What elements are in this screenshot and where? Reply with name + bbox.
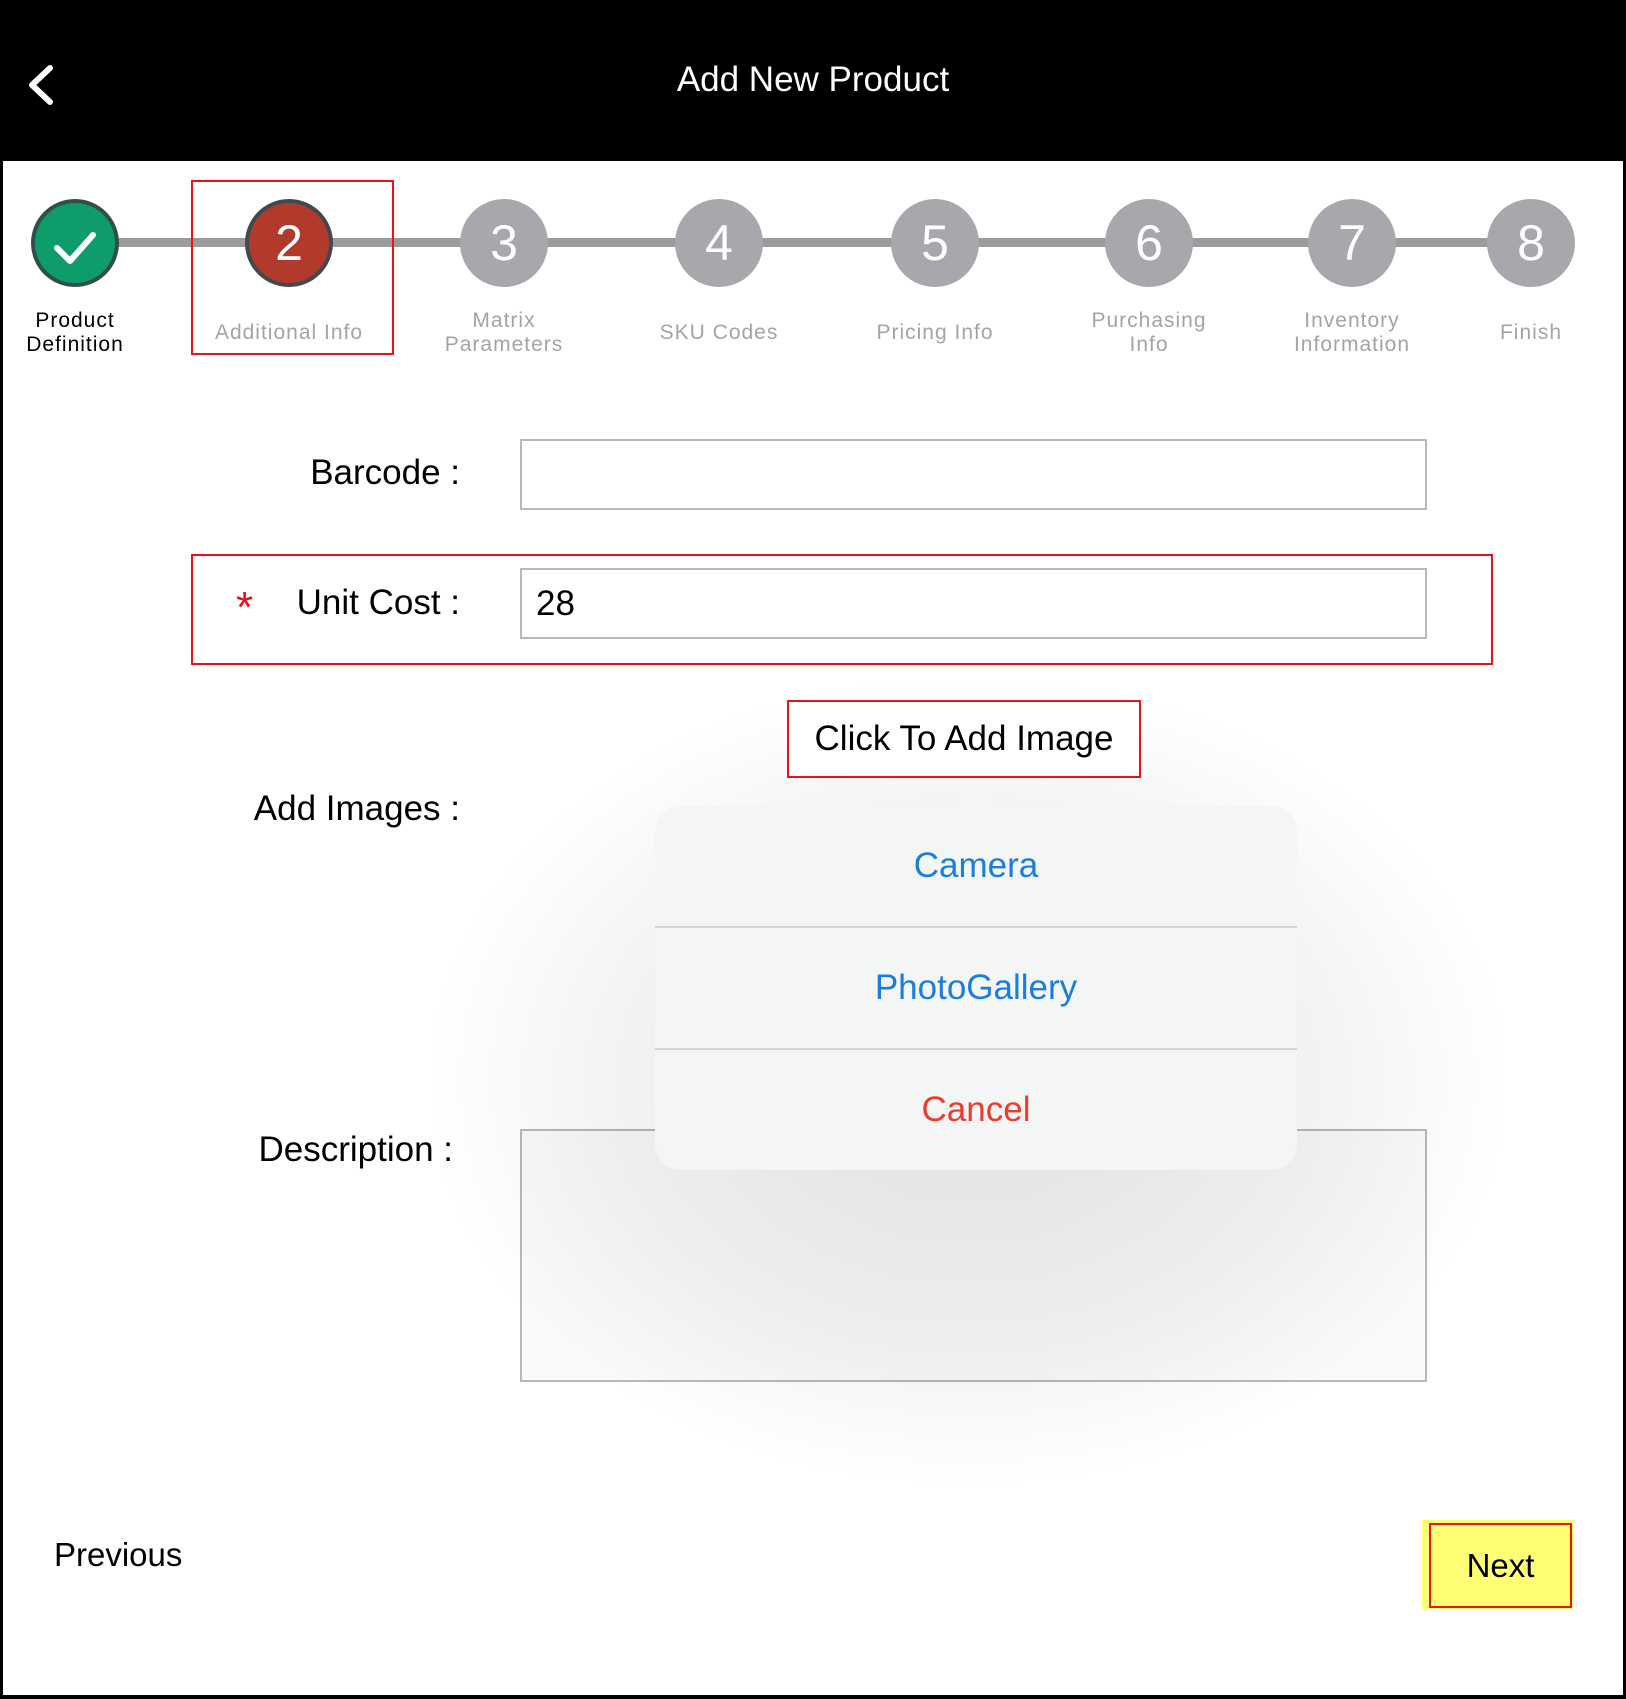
popover-arrow bbox=[951, 781, 1003, 807]
barcode-input[interactable] bbox=[520, 439, 1427, 510]
step-product-definition[interactable]: Product Definition bbox=[0, 199, 175, 357]
step-inventory-information[interactable]: 7 Inventory Information bbox=[1252, 199, 1452, 357]
step-label: Purchasing Info bbox=[1091, 309, 1207, 356]
step-circle: 3 bbox=[460, 199, 548, 287]
step-circle: 8 bbox=[1487, 199, 1575, 287]
step-matrix-parameters[interactable]: 3 Matrix Parameters bbox=[404, 199, 604, 357]
step-label: Inventory Information bbox=[1293, 309, 1411, 356]
current-step-highlight bbox=[191, 180, 394, 355]
checkmark-icon bbox=[54, 231, 96, 264]
step-purchasing-info[interactable]: 6 Purchasing Info bbox=[1049, 199, 1249, 357]
step-label: SKU Codes bbox=[659, 321, 779, 344]
step-circle: 7 bbox=[1308, 199, 1396, 287]
cancel-option[interactable]: Cancel bbox=[655, 1050, 1297, 1170]
step-circle-done bbox=[31, 199, 119, 287]
page-title: Add New Product bbox=[676, 60, 950, 99]
step-finish[interactable]: 8 Finish bbox=[1431, 199, 1626, 357]
barcode-label: Barcode : bbox=[310, 453, 460, 492]
step-circle: 6 bbox=[1105, 199, 1193, 287]
photo-gallery-option[interactable]: PhotoGallery bbox=[655, 928, 1297, 1050]
next-button-highlight: Next bbox=[1422, 1520, 1573, 1609]
step-label: Product Definition bbox=[26, 309, 124, 356]
step-sku-codes[interactable]: 4 SKU Codes bbox=[619, 199, 819, 357]
step-label: Matrix Parameters bbox=[444, 309, 564, 356]
unit-cost-label: Unit Cost : bbox=[296, 583, 460, 622]
next-button[interactable]: Next bbox=[1429, 1523, 1572, 1608]
step-circle: 4 bbox=[675, 199, 763, 287]
add-image-button[interactable]: Click To Add Image bbox=[787, 700, 1141, 778]
step-circle: 5 bbox=[891, 199, 979, 287]
add-images-label: Add Images : bbox=[253, 789, 460, 828]
image-source-popover: Camera PhotoGallery Cancel bbox=[655, 806, 1297, 1170]
camera-option[interactable]: Camera bbox=[655, 806, 1297, 928]
app-header: Add New Product bbox=[0, 0, 1626, 161]
description-label: Description : bbox=[258, 1130, 453, 1169]
main-content: Product Definition 2 Additional Info 3 M… bbox=[3, 161, 1623, 1695]
step-label: Finish bbox=[1499, 321, 1563, 344]
required-marker: * bbox=[236, 583, 254, 632]
step-label: Pricing Info bbox=[876, 321, 994, 344]
unit-cost-input[interactable] bbox=[520, 568, 1427, 639]
previous-button[interactable]: Previous bbox=[54, 1536, 182, 1574]
step-pricing-info[interactable]: 5 Pricing Info bbox=[835, 199, 1035, 357]
